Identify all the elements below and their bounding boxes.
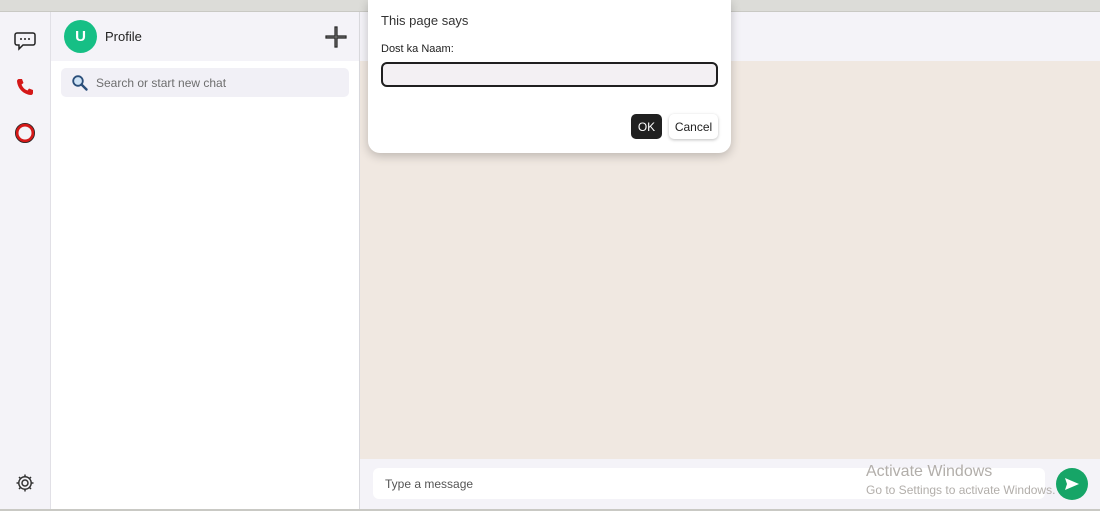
ok-button[interactable]: OK: [631, 114, 662, 139]
profile-label[interactable]: Profile: [105, 29, 142, 44]
activation-watermark-subtitle: Go to Settings to activate Windows.: [866, 483, 1056, 497]
dialog-message: Dost ka Naam:: [381, 43, 454, 55]
cancel-button[interactable]: Cancel: [669, 114, 718, 139]
chat-list-panel: U Profile: [51, 12, 360, 509]
prompt-dialog: This page says Dost ka Naam: OK Cancel: [368, 0, 731, 153]
dialog-input[interactable]: [381, 62, 718, 87]
avatar[interactable]: U: [64, 20, 97, 53]
send-arrow-icon: [1065, 478, 1079, 490]
send-button[interactable]: [1056, 468, 1088, 500]
chat-bubble-icon[interactable]: [12, 28, 38, 54]
dialog-title: This page says: [381, 13, 469, 28]
nav-rail: [0, 12, 51, 509]
search-icon[interactable]: [71, 74, 89, 92]
status-ring-icon[interactable]: [12, 120, 38, 146]
search-bar: [61, 68, 349, 97]
activation-watermark-title: Activate Windows: [866, 463, 993, 480]
sidebar-header: U Profile: [51, 12, 359, 61]
plus-icon[interactable]: [325, 26, 347, 48]
search-input[interactable]: [96, 68, 341, 97]
phone-icon[interactable]: [12, 74, 38, 100]
settings-gear-icon[interactable]: [12, 470, 38, 496]
